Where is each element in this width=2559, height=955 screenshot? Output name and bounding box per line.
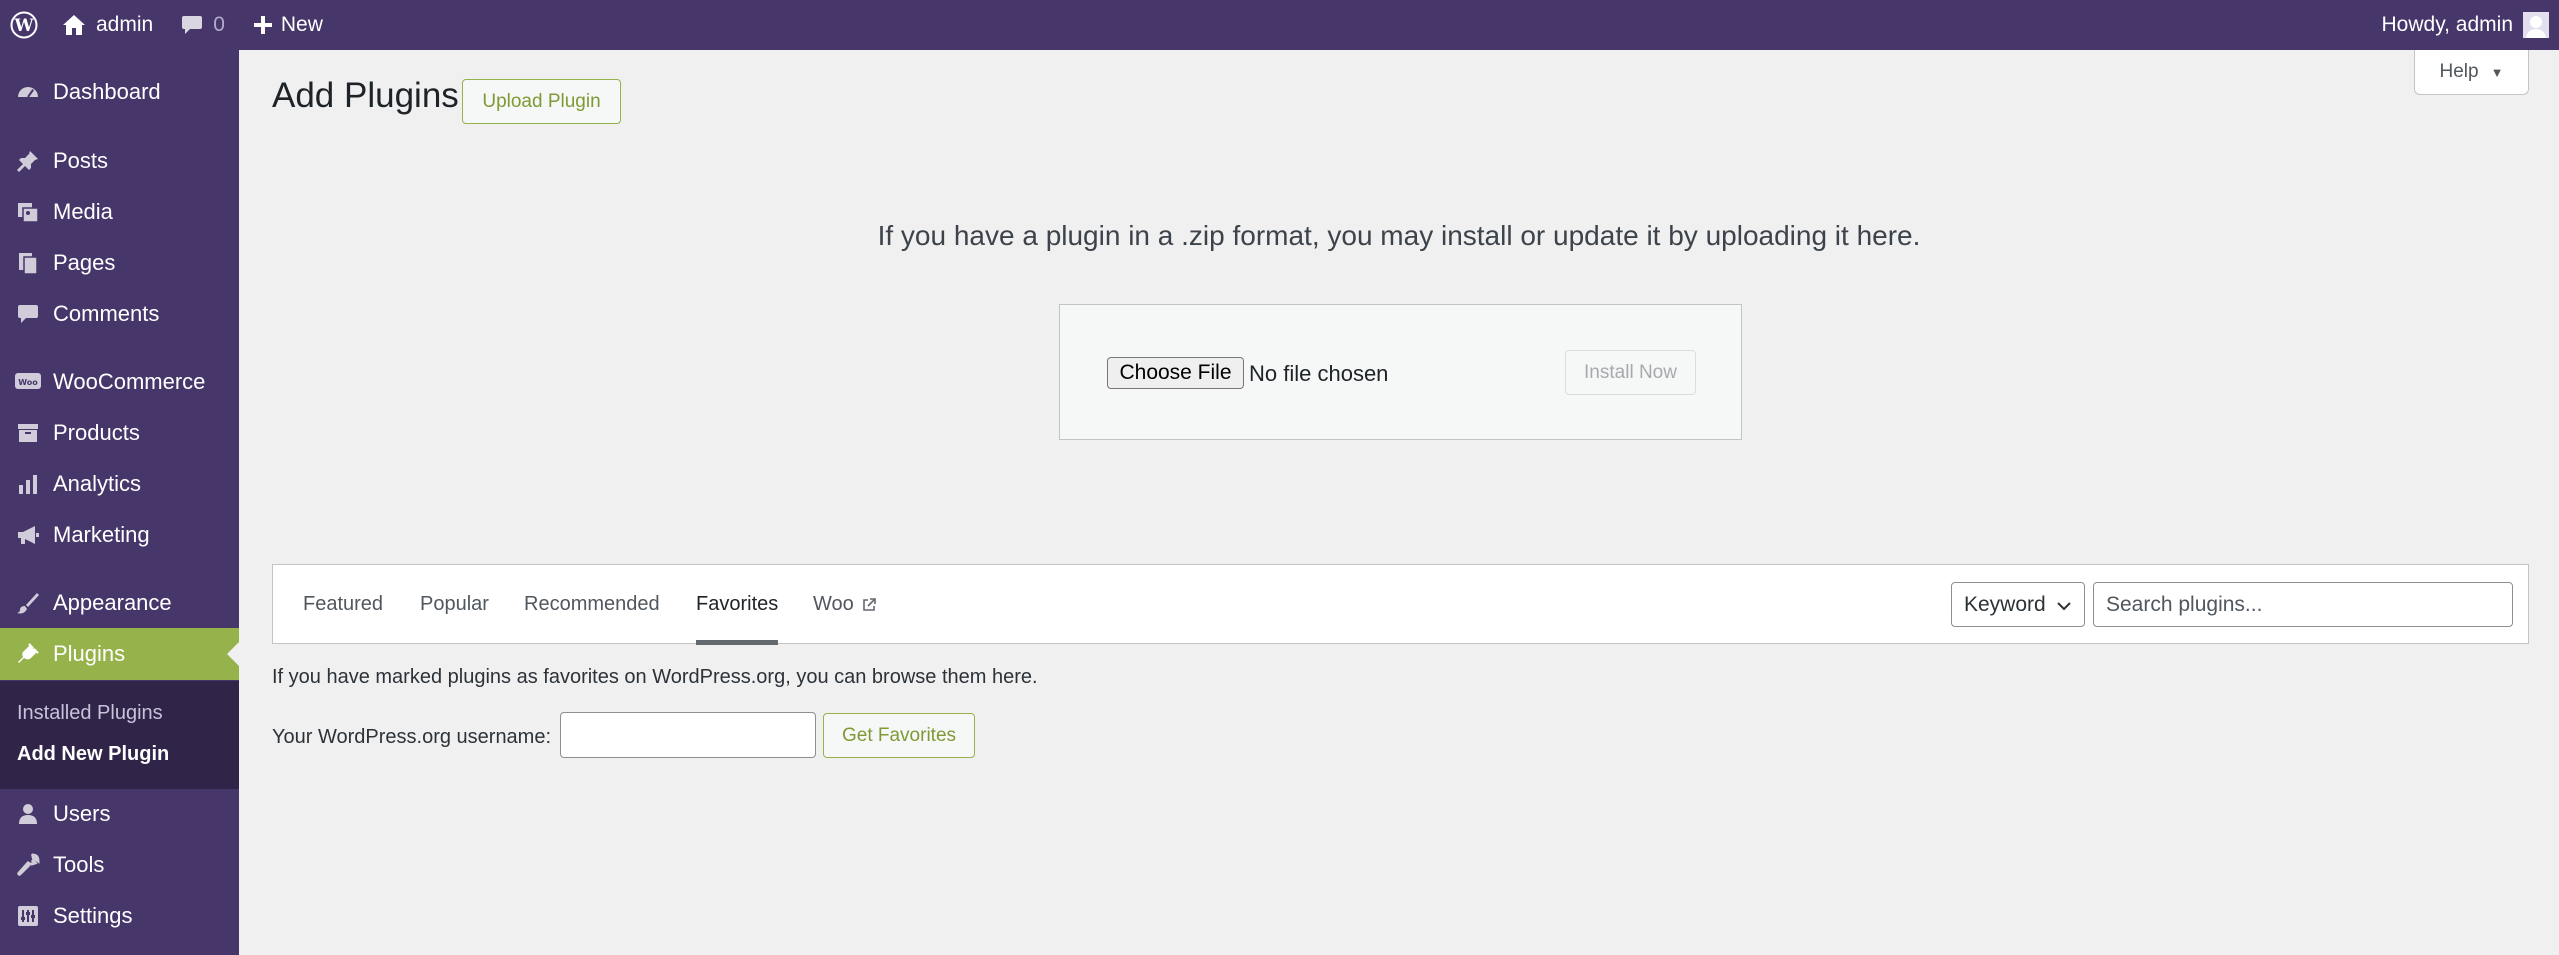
comments-count: 0 xyxy=(213,13,225,36)
user-icon xyxy=(14,800,42,828)
sidebar-item-label: Pages xyxy=(53,250,116,275)
plugins-submenu: Installed Plugins Add New Plugin xyxy=(0,681,239,789)
admin-bar: W admin 0 New Howdy, admin xyxy=(0,0,2559,50)
sidebar-item-users[interactable]: Users xyxy=(0,788,239,840)
plus-icon xyxy=(253,16,272,34)
upload-plugin-button[interactable]: Upload Plugin xyxy=(462,79,621,124)
get-favorites-button[interactable]: Get Favorites xyxy=(823,713,975,758)
sidebar-item-appearance[interactable]: Appearance xyxy=(0,577,239,629)
sidebar-item-label: Marketing xyxy=(53,522,150,547)
tab-favorites[interactable]: Favorites xyxy=(696,565,779,645)
caret-down-icon: ▼ xyxy=(2490,64,2504,80)
tab-label: Featured xyxy=(303,593,384,615)
admin-sidebar: Dashboard Posts Media Pages Comments Woo… xyxy=(0,50,239,955)
tab-recommended[interactable]: Recommended xyxy=(524,565,660,644)
username-field[interactable] xyxy=(560,712,816,758)
favorites-description: If you have marked plugins as favorites … xyxy=(272,666,1038,688)
tab-popular[interactable]: Popular xyxy=(420,565,489,644)
site-name-label: admin xyxy=(96,13,154,36)
sidebar-item-woocommerce[interactable]: Woo WooCommerce xyxy=(0,356,239,408)
chevron-down-icon xyxy=(2056,596,2072,620)
svg-text:Woo: Woo xyxy=(18,378,38,387)
dashboard-icon xyxy=(14,78,42,106)
search-type-value: Keyword xyxy=(1964,592,2046,616)
sidebar-item-label: Settings xyxy=(53,903,133,928)
howdy-label: Howdy, admin xyxy=(2381,13,2514,36)
sidebar-item-label: Dashboard xyxy=(53,79,161,104)
upload-plugin-form: Choose File No file chosen Install Now xyxy=(1059,304,1742,440)
wrench-icon xyxy=(14,851,42,879)
sidebar-item-label: WooCommerce xyxy=(53,369,206,394)
pages-icon xyxy=(14,249,42,277)
new-content-link[interactable]: New xyxy=(239,0,337,50)
tab-label: Woo xyxy=(813,593,854,615)
tab-label: Favorites xyxy=(696,593,779,615)
sidebar-item-tools[interactable]: Tools xyxy=(0,839,239,891)
plugin-filter-bar: Featured Popular Recommended Favorites W… xyxy=(272,564,2529,645)
sidebar-item-posts[interactable]: Posts xyxy=(0,135,239,187)
new-label: New xyxy=(280,13,323,36)
avatar xyxy=(2523,12,2549,38)
sidebar-item-products[interactable]: Products xyxy=(0,407,239,459)
external-link-icon xyxy=(861,597,877,613)
submenu-add-new-plugin[interactable]: Add New Plugin xyxy=(17,743,169,766)
file-status-text: No file chosen xyxy=(1249,361,1389,386)
comment-bubble-icon xyxy=(182,16,203,34)
sidebar-item-dashboard[interactable]: Dashboard xyxy=(0,66,239,118)
settings-icon xyxy=(14,902,42,930)
plug-icon xyxy=(14,640,42,668)
search-type-select[interactable]: Keyword xyxy=(1951,582,2085,627)
archive-icon xyxy=(14,419,42,447)
sidebar-item-label: Comments xyxy=(53,301,160,326)
sidebar-item-comments[interactable]: Comments xyxy=(0,288,239,340)
site-name-link[interactable]: admin xyxy=(48,0,167,50)
help-tab-button[interactable]: Help ▼ xyxy=(2414,50,2529,95)
username-label: Your WordPress.org username: xyxy=(272,726,552,748)
sidebar-item-analytics[interactable]: Analytics xyxy=(0,458,239,510)
install-now-button[interactable]: Install Now xyxy=(1565,350,1696,395)
sidebar-item-label: Plugins xyxy=(53,641,126,666)
tab-featured[interactable]: Featured xyxy=(303,565,383,644)
woo-icon: Woo xyxy=(14,368,42,396)
pin-icon xyxy=(14,147,42,175)
active-menu-arrow xyxy=(227,642,239,666)
svg-text:W: W xyxy=(13,16,34,36)
help-label: Help xyxy=(2439,61,2479,82)
brush-icon xyxy=(14,589,42,617)
sidebar-item-label: Users xyxy=(53,801,111,826)
sidebar-item-label: Appearance xyxy=(53,590,172,615)
choose-file-button[interactable]: Choose File xyxy=(1107,357,1244,389)
comments-link[interactable]: 0 xyxy=(167,0,239,50)
page-title: Add Plugins xyxy=(272,76,459,115)
sidebar-item-marketing[interactable]: Marketing xyxy=(0,509,239,561)
search-plugins-input[interactable] xyxy=(2093,582,2513,627)
upload-help-text: If you have a plugin in a .zip format, y… xyxy=(877,220,1921,251)
tab-label: Recommended xyxy=(524,593,660,615)
sidebar-item-label: Analytics xyxy=(53,471,142,496)
sidebar-item-settings[interactable]: Settings xyxy=(0,890,239,942)
megaphone-icon xyxy=(14,521,42,549)
sidebar-item-label: Tools xyxy=(53,852,105,877)
submenu-installed-plugins[interactable]: Installed Plugins xyxy=(17,702,163,725)
tab-woo[interactable]: Woo xyxy=(813,565,877,644)
wordpress-logo-icon[interactable]: W xyxy=(0,0,48,50)
my-account-link[interactable]: Howdy, admin xyxy=(2368,0,2559,50)
home-icon xyxy=(63,15,85,35)
tab-label: Popular xyxy=(420,593,489,615)
sidebar-item-label: Products xyxy=(53,420,140,445)
bar-chart-icon xyxy=(14,470,42,498)
sidebar-item-label: Posts xyxy=(53,148,109,173)
sidebar-item-plugins[interactable]: Plugins xyxy=(0,628,239,680)
comment-icon xyxy=(14,300,42,328)
